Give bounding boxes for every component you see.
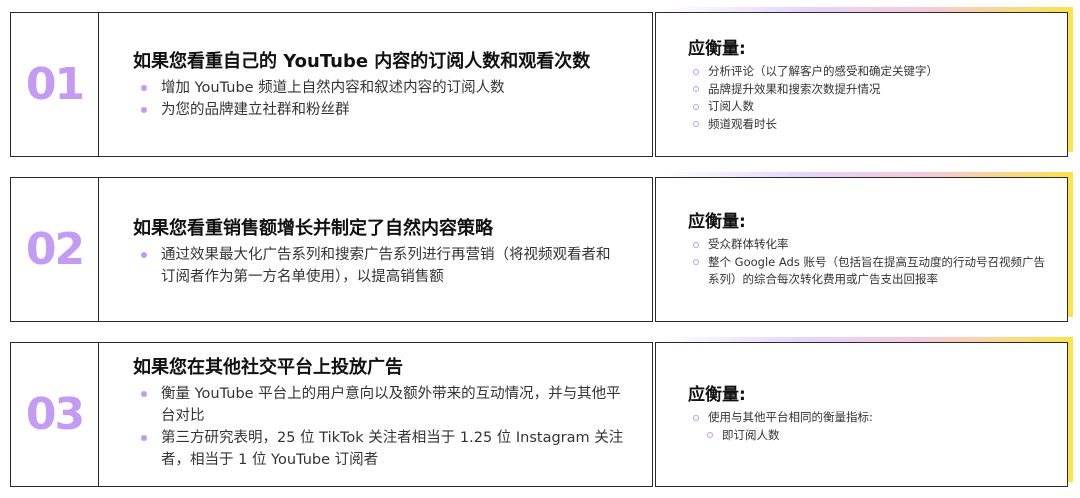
ring-bullet-icon: [707, 432, 713, 438]
measure-text: 分析评论（以了解客户的感受和确定关键字）: [708, 64, 938, 78]
measure-item: 频道观看时长: [688, 116, 1049, 134]
measure-item: 整个 Google Ads 账号（包括旨在提高互动度的行动号召视频广告系列）的综…: [688, 254, 1049, 289]
measure-title: 应衡量:: [688, 39, 746, 59]
measure-box: 应衡量: 分析评论（以了解客户的感受和确定关键字） 品牌提升效果和搜索次数提升情…: [655, 12, 1068, 157]
measure-text: 使用与其他平台相同的衡量指标:: [708, 410, 873, 424]
measure-title: 应衡量:: [688, 385, 746, 405]
ring-bullet-icon: [693, 86, 699, 92]
bullet-text: 第三方研究表明，25 位 TikTok 关注者相当于 1.25 位 Instag…: [161, 430, 624, 468]
measure-list: 分析评论（以了解客户的感受和确定关键字） 品牌提升效果和搜索次数提升情况 订阅人…: [688, 63, 1049, 133]
measure-text: 频道观看时长: [708, 116, 777, 131]
measure-item: 品牌提升效果和搜索次数提升情况: [688, 81, 1049, 99]
measure-text: 即订阅人数: [722, 427, 780, 442]
strategy-content: 如果您看重销售额增长并制定了自然内容策略 通过效果最大化广告系列和搜索广告系列进…: [133, 216, 624, 288]
bullet-dot-icon: [141, 435, 147, 441]
measure-panel: 应衡量: 分析评论（以了解客户的感受和确定关键字） 品牌提升效果和搜索次数提升情…: [655, 7, 1073, 157]
ring-bullet-icon: [693, 68, 699, 75]
strategy-content: 如果您看重自己的 YouTube 内容的订阅人数和观看次数 增加 YouTube…: [133, 49, 632, 121]
bullet-dot-icon: [141, 252, 147, 258]
strategy-bullets: 衡量 YouTube 平台上的用户意向以及额外带来的互动情况，并与其他平台对比 …: [133, 383, 624, 471]
bullet-item: 为您的品牌建立社群和粉丝群: [133, 99, 632, 121]
measure-box: 应衡量: 使用与其他平台相同的衡量指标: 即订阅人数: [655, 342, 1068, 487]
measure-text: 受众群体转化率: [708, 237, 789, 251]
measure-subitem: 即订阅人数: [702, 427, 1049, 445]
row-number: 02: [25, 224, 85, 275]
row-number: 03: [25, 389, 85, 440]
bullet-dot-icon: [141, 391, 147, 397]
strategy-bullets: 增加 YouTube 频道上自然内容和叙述内容的订阅人数 为您的品牌建立社群和粉…: [133, 77, 632, 121]
ring-bullet-icon: [693, 103, 699, 110]
bullet-text: 为您的品牌建立社群和粉丝群: [161, 102, 350, 118]
measure-item: 订阅人数: [688, 98, 1049, 116]
measure-item: 使用与其他平台相同的衡量指标:: [688, 409, 1049, 427]
measure-list: 使用与其他平台相同的衡量指标: 即订阅人数: [688, 409, 1049, 444]
strategy-content: 如果您在其他社交平台上投放广告 衡量 YouTube 平台上的用户意向以及额外带…: [133, 355, 624, 471]
bullet-dot-icon: [141, 107, 147, 113]
number-cell: 03: [11, 343, 99, 486]
measure-text: 整个 Google Ads 账号（包括旨在提高互动度的行动号召视频广告系列）的综…: [708, 254, 1045, 287]
strategy-title: 如果您在其他社交平台上投放广告: [133, 357, 403, 378]
ring-bullet-icon: [693, 414, 699, 421]
ring-bullet-icon: [693, 259, 699, 265]
strategy-box: 02 如果您看重销售额增长并制定了自然内容策略 通过效果最大化广告系列和搜索广告…: [10, 177, 653, 322]
measure-text: 品牌提升效果和搜索次数提升情况: [708, 81, 881, 96]
measure-content: 应衡量: 受众群体转化率 整个 Google Ads 账号（包括旨在提高互动度的…: [688, 210, 1049, 289]
measure-panel: 应衡量: 受众群体转化率 整个 Google Ads 账号（包括旨在提高互动度的…: [655, 172, 1073, 322]
measure-content: 应衡量: 使用与其他平台相同的衡量指标: 即订阅人数: [688, 383, 1049, 444]
ring-bullet-icon: [693, 241, 699, 248]
measure-list: 受众群体转化率 整个 Google Ads 账号（包括旨在提高互动度的行动号召视…: [688, 236, 1049, 289]
strategy-bullets: 通过效果最大化广告系列和搜索广告系列进行再营销（将视频观看者和订阅者作为第一方名…: [133, 244, 624, 288]
measure-panel: 应衡量: 使用与其他平台相同的衡量指标: 即订阅人数: [655, 337, 1073, 487]
measure-title: 应衡量:: [688, 212, 746, 232]
strategy-title: 如果您看重销售额增长并制定了自然内容策略: [133, 218, 493, 239]
strategy-box: 01 如果您看重自己的 YouTube 内容的订阅人数和观看次数 增加 YouT…: [10, 12, 653, 157]
number-cell: 01: [11, 13, 99, 156]
bullet-item: 衡量 YouTube 平台上的用户意向以及额外带来的互动情况，并与其他平台对比: [133, 383, 624, 427]
strategy-title: 如果您看重自己的 YouTube 内容的订阅人数和观看次数: [133, 51, 591, 72]
bullet-text: 通过效果最大化广告系列和搜索广告系列进行再营销（将视频观看者和订阅者作为第一方名…: [161, 247, 611, 285]
bullet-text: 增加 YouTube 频道上自然内容和叙述内容的订阅人数: [161, 80, 505, 96]
ring-bullet-icon: [693, 121, 699, 127]
bullet-dot-icon: [141, 85, 147, 91]
number-cell: 02: [11, 178, 99, 321]
row-number: 01: [25, 59, 85, 110]
strategy-box: 03 如果您在其他社交平台上投放广告 衡量 YouTube 平台上的用户意向以及…: [10, 342, 653, 487]
bullet-item: 第三方研究表明，25 位 TikTok 关注者相当于 1.25 位 Instag…: [133, 427, 624, 471]
bullet-item: 通过效果最大化广告系列和搜索广告系列进行再营销（将视频观看者和订阅者作为第一方名…: [133, 244, 624, 288]
bullet-item: 增加 YouTube 频道上自然内容和叙述内容的订阅人数: [133, 77, 632, 99]
measure-item: 分析评论（以了解客户的感受和确定关键字）: [688, 63, 1049, 81]
measure-box: 应衡量: 受众群体转化率 整个 Google Ads 账号（包括旨在提高互动度的…: [655, 177, 1068, 322]
measure-content: 应衡量: 分析评论（以了解客户的感受和确定关键字） 品牌提升效果和搜索次数提升情…: [688, 37, 1049, 133]
measure-text: 订阅人数: [708, 99, 754, 113]
measure-item: 受众群体转化率: [688, 236, 1049, 254]
bullet-text: 衡量 YouTube 平台上的用户意向以及额外带来的互动情况，并与其他平台对比: [161, 386, 621, 424]
